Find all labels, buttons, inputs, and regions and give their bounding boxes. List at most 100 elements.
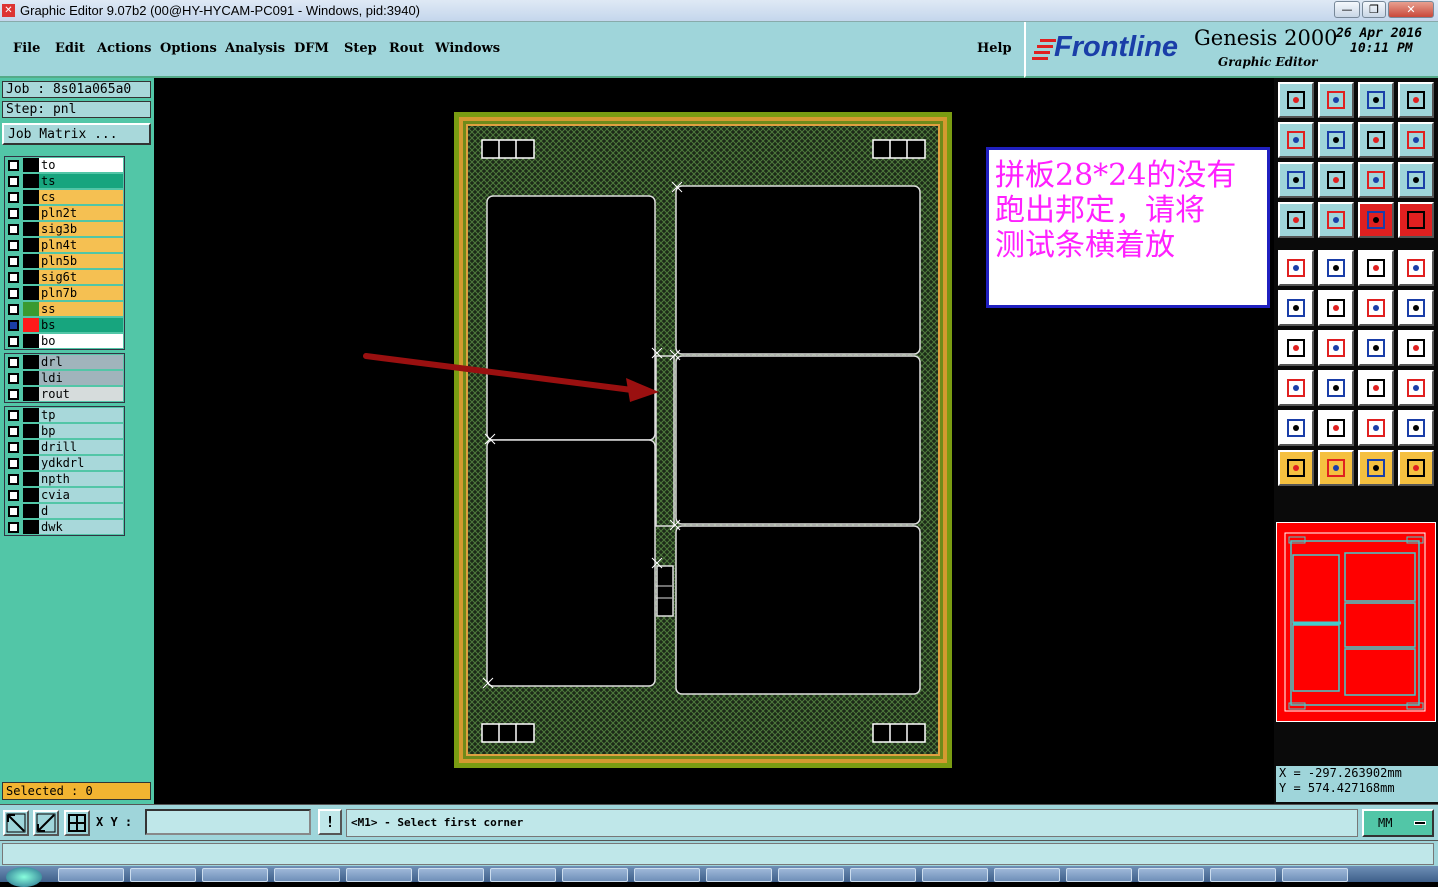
layer-checkbox[interactable] bbox=[8, 192, 19, 203]
layer-checkbox[interactable] bbox=[8, 288, 19, 299]
layer-color-swatch[interactable] bbox=[23, 206, 39, 220]
layer-row-pln5b[interactable]: pln5b bbox=[5, 253, 124, 269]
line-icon[interactable] bbox=[1318, 330, 1354, 366]
menu-file[interactable]: File bbox=[13, 41, 40, 56]
board-unit[interactable] bbox=[486, 439, 656, 687]
undo-icon[interactable] bbox=[1358, 122, 1394, 158]
layer-row-d[interactable]: d bbox=[5, 503, 124, 519]
layer-row-ydkdrl[interactable]: ydkdrl bbox=[5, 455, 124, 471]
copy-icon[interactable] bbox=[1398, 370, 1434, 406]
select-box-icon[interactable] bbox=[1318, 450, 1354, 486]
layer-color-swatch[interactable] bbox=[23, 158, 39, 172]
layer-color-swatch[interactable] bbox=[23, 488, 39, 502]
taskbar-item[interactable] bbox=[130, 868, 196, 882]
layer-row-cvia[interactable]: cvia bbox=[5, 487, 124, 503]
layer-name[interactable]: bp bbox=[39, 424, 123, 438]
layer-name[interactable]: tp bbox=[39, 408, 123, 422]
layer-checkbox[interactable] bbox=[8, 208, 19, 219]
minus-icon[interactable] bbox=[1318, 370, 1354, 406]
layer-checkbox[interactable] bbox=[8, 373, 19, 384]
layer-color-swatch[interactable] bbox=[23, 222, 39, 236]
fit-icon[interactable] bbox=[1358, 370, 1394, 406]
layer-checkbox[interactable] bbox=[8, 176, 19, 187]
menu-actions[interactable]: Actions bbox=[97, 41, 151, 56]
layer-name[interactable]: sig3b bbox=[39, 222, 123, 236]
menu-help[interactable]: Help bbox=[977, 41, 1012, 56]
start-button-icon[interactable] bbox=[6, 867, 42, 887]
select-path-icon[interactable] bbox=[1398, 450, 1434, 486]
layer-color-swatch[interactable] bbox=[23, 174, 39, 188]
route-icon[interactable] bbox=[1278, 370, 1314, 406]
triangle-icon[interactable] bbox=[1278, 410, 1314, 446]
taskbar-item[interactable] bbox=[1138, 868, 1204, 882]
layer-name[interactable]: pln5b bbox=[39, 254, 123, 268]
layer-checkbox[interactable] bbox=[8, 410, 19, 421]
layer-name[interactable]: pln7b bbox=[39, 286, 123, 300]
zoom-extents-icon[interactable] bbox=[1278, 162, 1314, 198]
layer-checkbox[interactable] bbox=[8, 522, 19, 533]
help-icon[interactable] bbox=[1398, 162, 1434, 198]
menu-edit[interactable]: Edit bbox=[55, 41, 85, 56]
layer-checkbox[interactable] bbox=[8, 256, 19, 267]
layer-row-bs[interactable]: bs bbox=[5, 317, 124, 333]
layer-row-pln4t[interactable]: pln4t bbox=[5, 237, 124, 253]
taskbar-item[interactable] bbox=[634, 868, 700, 882]
layer-row-tp[interactable]: tp bbox=[5, 407, 124, 423]
settings-icon[interactable] bbox=[1278, 202, 1314, 238]
layer-row-dwk[interactable]: dwk bbox=[5, 519, 124, 535]
taskbar-item[interactable] bbox=[994, 868, 1060, 882]
layer-checkbox[interactable] bbox=[8, 490, 19, 501]
layer-color-swatch[interactable] bbox=[23, 270, 39, 284]
layer-checkbox[interactable] bbox=[8, 458, 19, 469]
select-icon[interactable] bbox=[1278, 450, 1314, 486]
layer-color-swatch[interactable] bbox=[23, 424, 39, 438]
layer-checkbox[interactable] bbox=[8, 389, 19, 400]
select-circle-icon[interactable] bbox=[1358, 450, 1394, 486]
layer-row-pln7b[interactable]: pln7b bbox=[5, 285, 124, 301]
xy-input[interactable] bbox=[145, 809, 311, 835]
layer-checkbox[interactable] bbox=[8, 426, 19, 437]
layer-name[interactable]: drl bbox=[39, 355, 123, 369]
taskbar-item[interactable] bbox=[346, 868, 412, 882]
layer-checkbox[interactable] bbox=[8, 320, 19, 331]
menu-windows[interactable]: Windows bbox=[435, 41, 500, 56]
center-icon[interactable] bbox=[1318, 162, 1354, 198]
connect-icon[interactable] bbox=[1358, 290, 1394, 326]
layer-row-drl[interactable]: drl bbox=[5, 354, 124, 370]
move-icon[interactable] bbox=[1398, 290, 1434, 326]
layer-color-swatch[interactable] bbox=[23, 286, 39, 300]
layer-row-bo[interactable]: bo bbox=[5, 333, 124, 349]
layer-color-swatch[interactable] bbox=[23, 334, 39, 348]
text-a3-icon[interactable] bbox=[1398, 410, 1434, 446]
layer-checkbox[interactable] bbox=[8, 272, 19, 283]
layer-name[interactable]: pln4t bbox=[39, 238, 123, 252]
layer-color-swatch[interactable] bbox=[23, 318, 39, 332]
layer-name[interactable]: pln2t bbox=[39, 206, 123, 220]
layer-row-cs[interactable]: cs bbox=[5, 189, 124, 205]
taskbar-item[interactable] bbox=[274, 868, 340, 882]
snap-icon[interactable] bbox=[3, 810, 29, 836]
measure-icon[interactable] bbox=[33, 810, 59, 836]
layer-color-swatch[interactable] bbox=[23, 355, 39, 369]
layer-row-npth[interactable]: npth bbox=[5, 471, 124, 487]
layer-row-sig6t[interactable]: sig6t bbox=[5, 269, 124, 285]
layer-color-swatch[interactable] bbox=[23, 190, 39, 204]
layer-row-bp[interactable]: bp bbox=[5, 423, 124, 439]
menu-rout[interactable]: Rout bbox=[389, 41, 424, 56]
layer-name[interactable]: bo bbox=[39, 334, 123, 348]
layer-color-swatch[interactable] bbox=[23, 472, 39, 486]
layer-color-swatch[interactable] bbox=[23, 440, 39, 454]
taskbar-item[interactable] bbox=[706, 868, 772, 882]
units-select[interactable]: MM bbox=[1362, 809, 1434, 837]
arc-icon[interactable] bbox=[1358, 330, 1394, 366]
layer-color-swatch[interactable] bbox=[23, 302, 39, 316]
layer-checkbox[interactable] bbox=[8, 240, 19, 251]
net-icon[interactable] bbox=[1278, 290, 1314, 326]
layer-name[interactable]: ts bbox=[39, 174, 123, 188]
board-unit[interactable] bbox=[675, 525, 921, 695]
layer-checkbox[interactable] bbox=[8, 506, 19, 517]
layer-name[interactable]: bs bbox=[39, 318, 123, 332]
layer-row-drill[interactable]: drill bbox=[5, 439, 124, 455]
layer-color-swatch[interactable] bbox=[23, 238, 39, 252]
layer-name[interactable]: d bbox=[39, 504, 123, 518]
